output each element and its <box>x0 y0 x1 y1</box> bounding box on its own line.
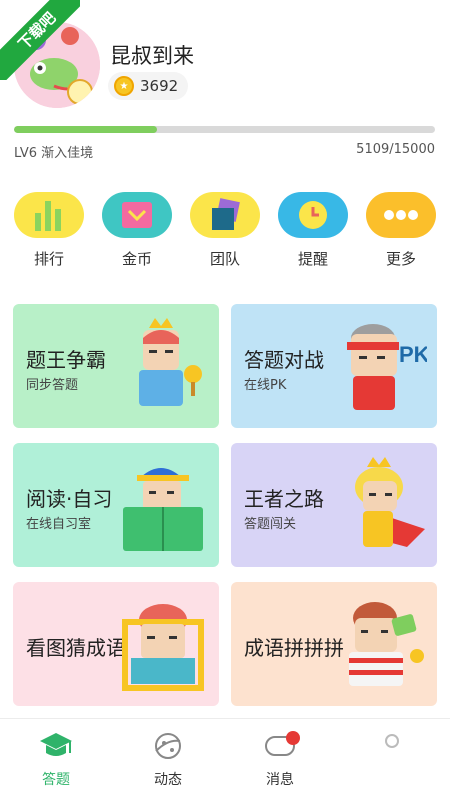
username: 昆叔到来 <box>110 44 194 68</box>
pk-character-icon: PK <box>347 324 427 410</box>
card-quiz-battle[interactable]: 答题对战 在线PK PK <box>231 304 437 428</box>
exp-progress-bar <box>14 126 435 133</box>
quick-action-label: 团队 <box>209 250 240 268</box>
quick-action-ranking[interactable]: 排行 <box>14 192 84 269</box>
card-subtitle: 同步答题 <box>26 378 79 393</box>
card-picture-idiom[interactable]: 看图猜成语 <box>13 582 219 706</box>
tab-profile[interactable] <box>352 731 432 769</box>
card-subtitle: 在线PK <box>244 378 287 393</box>
reading-character-book-icon <box>123 468 203 551</box>
planet-icon <box>155 733 181 759</box>
tab-label: 答题 <box>42 772 70 788</box>
tab-label: 消息 <box>266 772 294 788</box>
coin-count: 3692 <box>140 77 179 95</box>
unread-badge <box>286 731 300 745</box>
card-subtitle: 在线自习室 <box>26 517 92 532</box>
quick-action-team[interactable]: 团队 <box>190 192 260 269</box>
card-king-road[interactable]: 王者之路 答题闯关 <box>231 443 437 567</box>
tab-messages[interactable]: 消息 <box>240 731 320 789</box>
card-quiz-king[interactable]: 题王争霸 同步答题 <box>13 304 219 428</box>
watermark-text: 下载吧 <box>0 0 80 80</box>
card-title: 看图猜成语 <box>26 636 126 660</box>
quick-action-label: 金币 <box>121 250 152 268</box>
idiom-puzzle-character-icon <box>349 602 424 686</box>
card-reading-study[interactable]: 阅读·自习 在线自习室 <box>13 443 219 567</box>
watermark-badge: 下载吧 <box>0 0 80 80</box>
card-title: 阅读·自习 <box>26 487 113 511</box>
more-dots-icon <box>366 192 436 238</box>
team-cards-icon <box>190 192 260 238</box>
bottom-nav: 答题 动态 消息 <box>0 718 450 800</box>
clock-icon <box>278 192 348 238</box>
exp-progress-fill <box>14 126 158 133</box>
quick-action-label: 排行 <box>33 250 64 268</box>
card-subtitle: 答题闯关 <box>244 517 297 532</box>
ranking-bars-icon <box>14 192 84 238</box>
card-title: 王者之路 <box>244 487 324 511</box>
tab-label: 动态 <box>154 772 182 788</box>
card-title: 题王争霸 <box>26 348 106 372</box>
coin-balance[interactable]: ★ 3692 <box>108 72 189 100</box>
card-title: 成语拼拼拼 <box>244 636 344 660</box>
svg-text:PK: PK <box>399 342 427 367</box>
quick-action-more[interactable]: 更多 <box>366 192 436 269</box>
tab-quiz[interactable]: 答题 <box>16 731 96 789</box>
picture-frame-character-icon <box>122 604 204 691</box>
quick-action-label: 提醒 <box>297 250 328 268</box>
gold-coin-box-icon <box>102 192 172 238</box>
exp-value: 5109/15000 <box>356 142 435 157</box>
quick-actions: 排行 金币 团队 提醒 更多 <box>0 192 450 272</box>
level-label: LV6 渐入佳境 <box>14 146 94 161</box>
coin-icon: ★ <box>114 76 134 96</box>
quick-action-label: 更多 <box>385 250 416 268</box>
app-screen: 下载吧 昆叔到来 ★ 3692 LV6 渐入佳境 5109/15000 排行 金… <box>0 0 450 800</box>
graduation-cap-icon <box>40 733 72 756</box>
user-icon <box>385 734 399 748</box>
card-title: 答题对战 <box>244 348 324 372</box>
crowned-character-trophy-icon <box>139 318 202 406</box>
caped-king-character-icon <box>355 457 425 547</box>
quick-action-reminder[interactable]: 提醒 <box>278 192 348 269</box>
tab-feed[interactable]: 动态 <box>128 731 208 789</box>
quick-action-coins[interactable]: 金币 <box>102 192 172 269</box>
card-idiom-puzzle[interactable]: 成语拼拼拼 <box>231 582 437 706</box>
